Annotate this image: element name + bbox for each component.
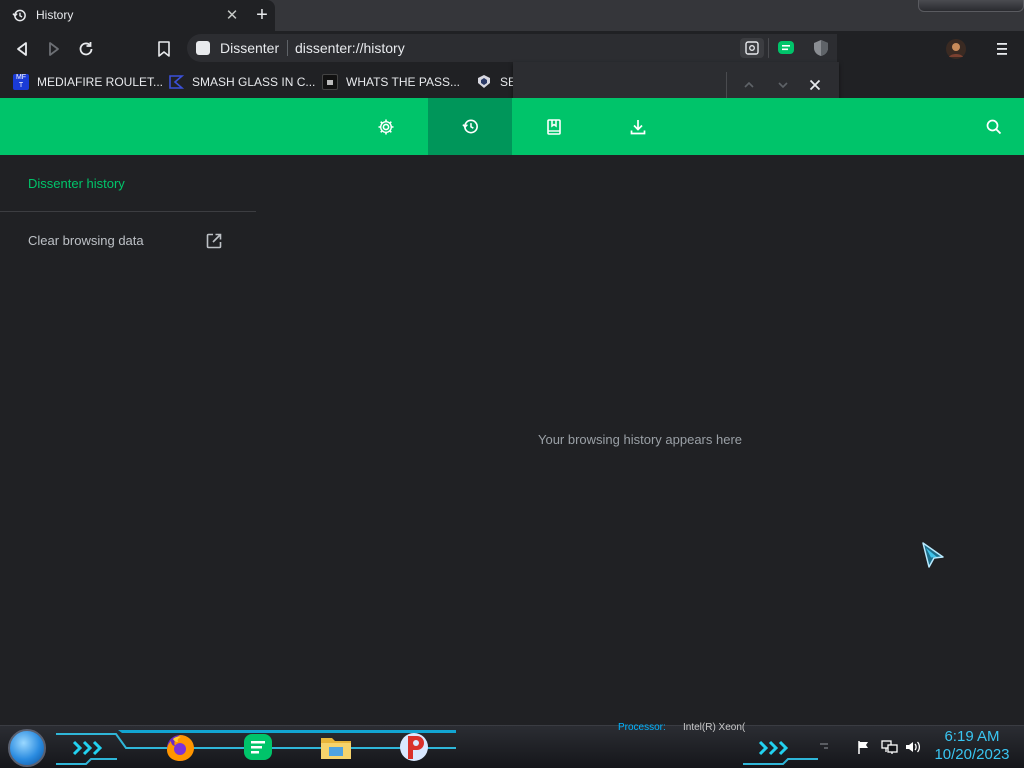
find-divider xyxy=(726,72,727,100)
back-icon[interactable] xyxy=(12,39,32,59)
history-icon xyxy=(12,8,27,23)
find-close-icon[interactable] xyxy=(808,78,822,92)
processor-value: Intel(R) Xeon( xyxy=(683,722,746,733)
bookmark-item[interactable]: MF T MEDIAFIRE ROULET... xyxy=(13,71,163,93)
sidebar-divider xyxy=(0,211,256,212)
empty-history-message: Your browsing history appears here xyxy=(537,432,743,447)
tab-title: History xyxy=(36,8,74,22)
smash-favicon xyxy=(168,74,184,90)
se-favicon xyxy=(476,74,492,90)
search-icon xyxy=(985,118,1003,136)
bookmark-item[interactable]: SMASH GLASS IN C... xyxy=(168,71,315,93)
bookmark-label: SMASH GLASS IN C... xyxy=(192,75,316,89)
clock-time[interactable]: 6:19 AM xyxy=(932,728,1012,745)
tab-close-icon[interactable]: ✕ xyxy=(224,6,240,24)
bookmark-item[interactable]: WHATS THE PASS... xyxy=(322,71,460,93)
forward-icon[interactable] xyxy=(44,39,64,59)
tab-history[interactable] xyxy=(428,98,512,155)
history-icon xyxy=(461,117,480,136)
extension-divider xyxy=(768,38,769,58)
bookmark-label: WHATS THE PASS... xyxy=(346,75,461,89)
profile-avatar[interactable] xyxy=(945,38,967,60)
mediafire-favicon: MF T xyxy=(13,74,29,90)
gear-icon xyxy=(377,118,395,136)
find-previous-icon[interactable] xyxy=(742,78,756,92)
tab-settings[interactable] xyxy=(344,98,428,155)
bookmark-icon[interactable] xyxy=(154,39,174,59)
volume-icon[interactable] xyxy=(904,739,922,755)
app-p-icon[interactable] xyxy=(396,729,432,765)
bookmark-label: MEDIAFIRE ROULET... xyxy=(37,75,164,89)
mentions-icon[interactable] xyxy=(740,38,764,58)
window-frame-ornament xyxy=(918,0,1024,12)
url-text[interactable]: dissenter://history xyxy=(295,40,405,56)
clock-date[interactable]: 10/20/2023 xyxy=(930,746,1014,763)
address-separator xyxy=(287,40,288,56)
sidebar: Dissenter history Clear browsing data xyxy=(0,155,256,725)
tab-downloads[interactable] xyxy=(596,98,680,155)
reload-icon[interactable] xyxy=(76,39,96,59)
site-favicon xyxy=(196,41,210,55)
new-tab-button[interactable]: + xyxy=(251,5,273,27)
taskbar-frame-decoration xyxy=(743,740,828,765)
dissenter-icon[interactable] xyxy=(240,729,276,765)
clear-browsing-data-link[interactable]: Clear browsing data xyxy=(28,233,144,248)
bookmark-item[interactable]: SE xyxy=(476,71,516,93)
action-center-flag-icon[interactable] xyxy=(856,739,872,755)
dissenter-comments-icon[interactable] xyxy=(776,39,796,57)
shield-icon[interactable] xyxy=(811,39,831,57)
processor-label: Processor: xyxy=(618,722,666,733)
address-bar[interactable]: Dissenter dissenter://history xyxy=(187,34,837,62)
file-explorer-icon[interactable] xyxy=(318,729,354,765)
menu-icon[interactable] xyxy=(992,39,1012,59)
tab-history[interactable]: History ✕ xyxy=(0,0,275,31)
tab-bookmarks[interactable] xyxy=(512,98,596,155)
download-icon xyxy=(629,118,647,136)
firefox-icon[interactable] xyxy=(162,729,198,765)
tab-strip: History ✕ + xyxy=(0,0,1024,31)
start-button[interactable] xyxy=(8,729,46,767)
network-icon[interactable] xyxy=(880,739,898,755)
mouse-cursor-icon xyxy=(921,541,945,571)
find-next-icon[interactable] xyxy=(776,78,790,92)
search-button[interactable] xyxy=(952,98,1024,155)
page-header xyxy=(0,98,1024,155)
bookmarks-icon xyxy=(545,118,563,136)
whats-favicon xyxy=(322,74,338,90)
open-external-icon[interactable] xyxy=(205,232,223,250)
site-name: Dissenter xyxy=(220,40,280,56)
sidebar-item-history[interactable]: Dissenter history xyxy=(28,176,125,191)
bookmarks-bar: MF T MEDIAFIRE ROULET... SMASH GLASS IN C… xyxy=(0,66,1024,98)
